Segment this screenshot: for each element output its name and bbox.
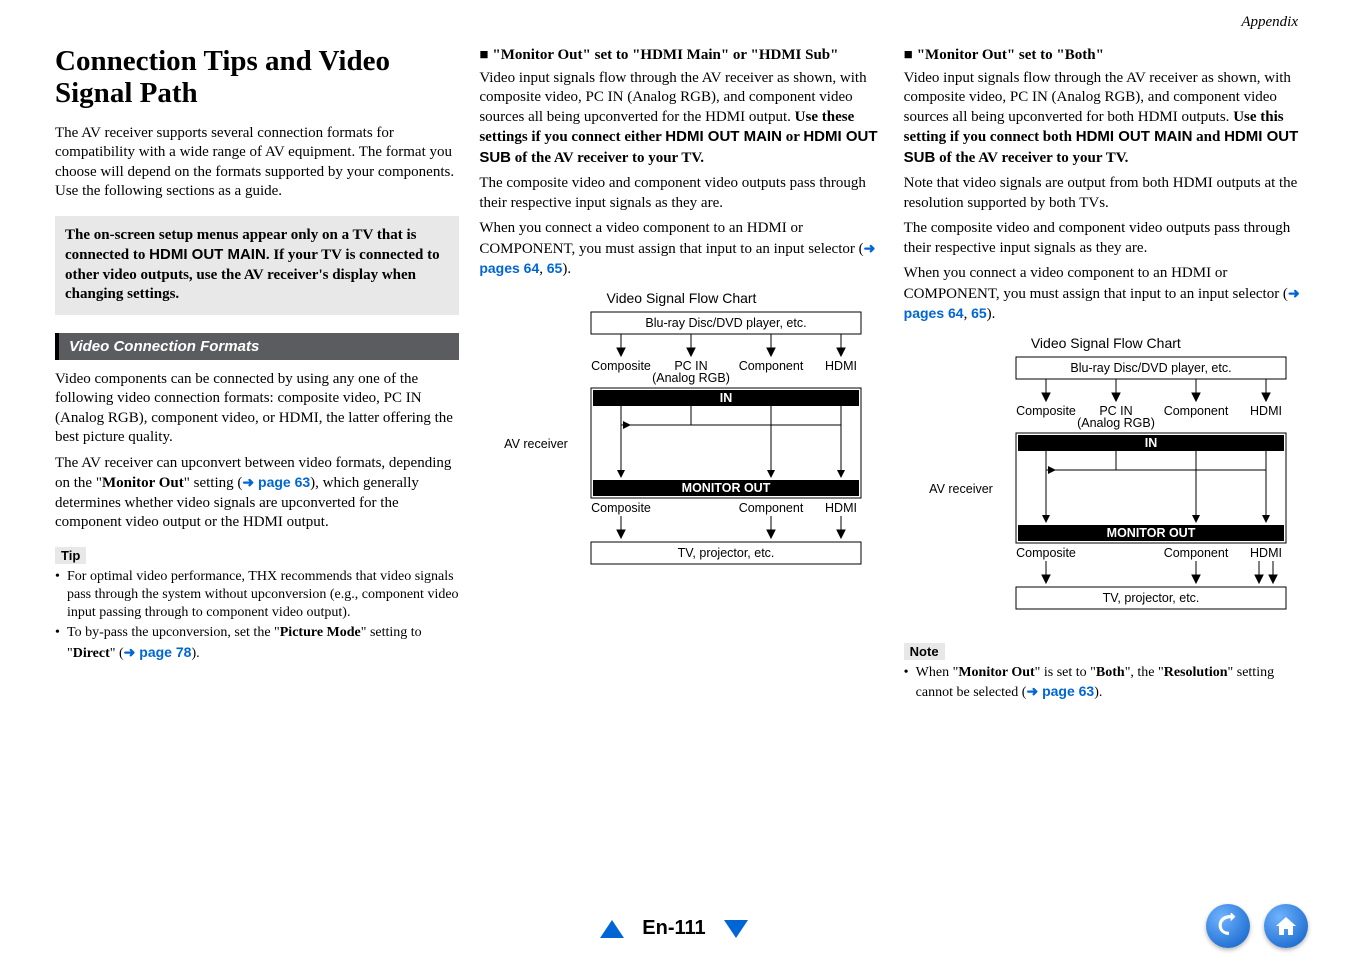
svg-text:MONITOR OUT: MONITOR OUT	[682, 481, 771, 495]
tip-item-1: For optimal video performance, THX recom…	[55, 568, 459, 623]
col3-p1: Video input signals flow through the AV …	[904, 69, 1308, 169]
p3b-monitor-out: Monitor Out	[102, 475, 184, 491]
col2-p1: Video input signals flow through the AV …	[479, 69, 883, 169]
svg-text:Composite: Composite	[592, 359, 652, 373]
svg-text:HDMI: HDMI	[1250, 546, 1282, 560]
svg-text:TV, projector, etc.: TV, projector, etc.	[1102, 591, 1199, 605]
section-bar-video-formats: Video Connection Formats	[55, 333, 459, 360]
col3-p3: When you connect a video component to an…	[904, 264, 1308, 325]
link-page-63[interactable]: ➜ page 63	[242, 474, 310, 490]
intro-paragraph: The AV receiver supports several connect…	[55, 124, 459, 202]
osd-callout: The on-screen setup menus appear only on…	[55, 216, 459, 315]
formats-paragraph: Video components can be connected by usi…	[55, 370, 459, 448]
link-page-65-b[interactable]: 65	[971, 305, 987, 321]
svg-text:Composite: Composite	[1016, 404, 1076, 418]
col2-heading: ■ "Monitor Out" set to "HDMI Main" or "H…	[479, 46, 883, 65]
svg-text:HDMI: HDMI	[826, 359, 858, 373]
link-page-63-text: page 63	[258, 474, 310, 490]
flow-chart-title-b: Video Signal Flow Chart	[904, 335, 1308, 351]
svg-text:Blu-ray Disc/DVD player, etc.: Blu-ray Disc/DVD player, etc.	[646, 316, 807, 330]
page-down-button[interactable]	[724, 920, 748, 938]
page-title: Connection Tips and Video Signal Path	[55, 46, 459, 110]
link-page-78[interactable]: ➜ page 78	[124, 644, 192, 660]
tip-item-2: To by-pass the upconversion, set the "Pi…	[55, 624, 459, 662]
column-2: ■ "Monitor Out" set to "HDMI Main" or "H…	[479, 46, 883, 704]
svg-text:HDMI: HDMI	[826, 501, 858, 515]
upconvert-paragraph: The AV receiver can upconvert between vi…	[55, 454, 459, 533]
page-up-button[interactable]	[600, 920, 624, 938]
svg-text:IN: IN	[720, 391, 733, 405]
svg-text:TV, projector, etc.: TV, projector, etc.	[678, 546, 775, 560]
p3c: " setting (	[184, 475, 243, 491]
svg-text:AV receiver: AV receiver	[929, 482, 993, 496]
svg-text:Component: Component	[739, 359, 804, 373]
svg-text:Composite: Composite	[592, 501, 652, 515]
link-page-65-a[interactable]: 65	[547, 260, 563, 276]
col2-p3: When you connect a video component to an…	[479, 219, 883, 280]
svg-text:MONITOR OUT: MONITOR OUT	[1106, 526, 1195, 540]
col3-heading-text: "Monitor Out" set to "Both"	[917, 46, 1104, 65]
callout-hdmi-main: HDMI OUT MAIN	[149, 246, 266, 263]
svg-text:AV receiver: AV receiver	[505, 437, 569, 451]
svg-text:Blu-ray Disc/DVD player, etc.: Blu-ray Disc/DVD player, etc.	[1070, 361, 1231, 375]
svg-text:Component: Component	[1164, 404, 1229, 418]
column-3: ■ "Monitor Out" set to "Both" Video inpu…	[904, 46, 1308, 704]
svg-text:Composite: Composite	[1016, 546, 1076, 560]
col2-heading-text: "Monitor Out" set to "HDMI Main" or "HDM…	[492, 46, 838, 65]
page-footer: En-111	[0, 917, 1348, 940]
svg-text:IN: IN	[1145, 436, 1158, 450]
svg-text:Component: Component	[1164, 546, 1229, 560]
svg-text:Component: Component	[739, 501, 804, 515]
col2-p2: The composite video and component video …	[479, 174, 883, 213]
svg-text:(Analog RGB): (Analog RGB)	[653, 371, 731, 385]
note-item: When "Monitor Out" is set to "Both", the…	[904, 664, 1308, 702]
home-button[interactable]	[1264, 904, 1308, 948]
appendix-label: Appendix	[1241, 14, 1298, 31]
svg-text:(Analog RGB): (Analog RGB)	[1077, 416, 1155, 430]
svg-text:HDMI: HDMI	[1250, 404, 1282, 418]
note-list: When "Monitor Out" is set to "Both", the…	[904, 664, 1308, 702]
page-number: En-111	[642, 917, 705, 940]
back-button[interactable]	[1206, 904, 1250, 948]
col3-p1g: Note that video signals are output from …	[904, 174, 1308, 213]
col3-p2: The composite video and component video …	[904, 219, 1308, 258]
flow-chart-b: Blu-ray Disc/DVD player, etc. Composite …	[904, 355, 1308, 635]
flow-chart-title-a: Video Signal Flow Chart	[479, 290, 883, 306]
col3-heading: ■ "Monitor Out" set to "Both"	[904, 46, 1308, 65]
tip-list: For optimal video performance, THX recom…	[55, 568, 459, 663]
flow-chart-a: Blu-ray Disc/DVD player, etc. Composite …	[479, 310, 883, 590]
column-1: Connection Tips and Video Signal Path Th…	[55, 46, 459, 704]
note-badge: Note	[904, 643, 945, 660]
link-page-63-note[interactable]: ➜ page 63	[1026, 683, 1094, 699]
square-bullet-icon: ■	[904, 46, 913, 65]
tip-badge: Tip	[55, 547, 86, 564]
square-bullet-icon: ■	[479, 46, 488, 65]
